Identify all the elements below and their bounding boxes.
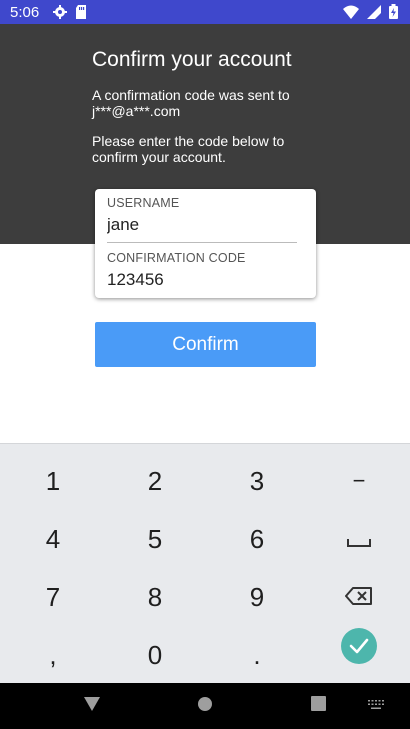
checkmark-icon bbox=[341, 627, 377, 671]
form-card: USERNAME CONFIRMATION CODE bbox=[95, 189, 316, 298]
key-3[interactable]: 3 bbox=[206, 452, 308, 510]
confirmation-code-field[interactable] bbox=[107, 270, 297, 290]
key-5[interactable]: 5 bbox=[104, 510, 206, 568]
backspace-icon bbox=[345, 582, 373, 613]
settings-icon bbox=[53, 5, 68, 19]
back-icon bbox=[83, 696, 101, 717]
recents-button[interactable] bbox=[288, 683, 348, 729]
username-field[interactable] bbox=[107, 215, 297, 235]
keyboard-switch-button[interactable] bbox=[346, 683, 406, 729]
username-label: USERNAME bbox=[107, 196, 180, 210]
keyboard-switch-icon bbox=[368, 697, 384, 715]
key-4[interactable]: 4 bbox=[2, 510, 104, 568]
key-space[interactable] bbox=[308, 510, 410, 568]
key-8[interactable]: 8 bbox=[104, 568, 206, 626]
key-minus[interactable]: − bbox=[308, 452, 410, 510]
key-1[interactable]: 1 bbox=[2, 452, 104, 510]
key-0[interactable]: 0 bbox=[104, 626, 206, 684]
key-comma[interactable]: , bbox=[2, 626, 104, 684]
battery-icon bbox=[389, 4, 398, 23]
signal-icon bbox=[367, 4, 381, 23]
back-button[interactable] bbox=[62, 683, 122, 729]
navigation-bar bbox=[0, 683, 410, 729]
confirmation-sent-text: A confirmation code was sent to j***@a**… bbox=[92, 87, 290, 119]
key-done[interactable] bbox=[308, 620, 410, 678]
numeric-keyboard: 1 2 3 − 4 5 6 7 8 9 , 0 . bbox=[0, 443, 410, 683]
recents-icon bbox=[310, 696, 326, 716]
space-icon bbox=[347, 524, 371, 555]
home-icon bbox=[197, 696, 213, 717]
sd-card-icon bbox=[75, 5, 89, 19]
wifi-icon bbox=[343, 5, 359, 23]
home-button[interactable] bbox=[175, 683, 235, 729]
status-bar: 5:06 bbox=[0, 0, 410, 24]
confirmation-code-label: CONFIRMATION CODE bbox=[107, 251, 246, 265]
key-2[interactable]: 2 bbox=[104, 452, 206, 510]
page-title: Confirm your account bbox=[92, 48, 292, 71]
key-9[interactable]: 9 bbox=[206, 568, 308, 626]
key-backspace[interactable] bbox=[308, 568, 410, 626]
key-period[interactable]: . bbox=[206, 626, 308, 684]
key-6[interactable]: 6 bbox=[206, 510, 308, 568]
status-time: 5:06 bbox=[10, 3, 40, 21]
confirm-button[interactable]: Confirm bbox=[95, 322, 316, 367]
instructions-text: Please enter the code below to confirm y… bbox=[92, 133, 285, 165]
field-divider bbox=[107, 242, 297, 243]
key-7[interactable]: 7 bbox=[2, 568, 104, 626]
